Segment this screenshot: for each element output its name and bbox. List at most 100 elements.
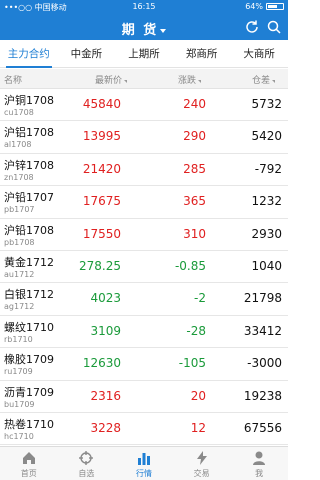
table-row[interactable]: 白银1712 ag1712 4023 -2 21798 <box>0 283 288 316</box>
latest-price: 278.25 <box>79 258 121 273</box>
price-change: -0.85 <box>174 258 206 273</box>
price-change: 310 <box>183 226 206 241</box>
price-change: 290 <box>183 129 206 144</box>
quote-list: 沪铜1708 cu1708 45840 240 5732 沪铝1708 al1708 1399… <box>0 89 288 446</box>
open-interest-change: 21798 <box>243 291 282 306</box>
contract-name: 沥青1709 <box>4 385 54 399</box>
latest-price: 45840 <box>82 97 121 111</box>
column-price[interactable]: 最新价 <box>95 73 128 86</box>
table-row[interactable]: 橡胶1709 ru1709 12630 -105 -3000 <box>0 348 288 381</box>
contract-code: ru1709 <box>4 367 33 377</box>
table-row[interactable]: 沪铅1708 pb1708 17550 310 2930 <box>0 219 288 251</box>
bottom-tab-label: 首页 <box>20 469 37 478</box>
contract-name: 橡胶1709 <box>4 353 54 367</box>
contract-name: 沪铅1707 <box>4 191 54 205</box>
person-icon <box>253 451 266 465</box>
table-header: 名称 最新价 涨跌 仓差 <box>0 69 288 89</box>
sort-icon <box>198 80 202 83</box>
battery-percent: 64% <box>245 2 263 11</box>
table-row[interactable]: 黄金1712 au1712 278.25 -0.85 1040 <box>0 251 288 284</box>
page-title: 期 货 <box>121 23 159 38</box>
price-change: 240 <box>183 97 206 111</box>
exchange-tabs: 主力合约 中金所 上期所 郑商所 大商所 <box>0 40 288 68</box>
column-change-label: 涨跌 <box>178 76 197 86</box>
contract-name: 沪锌1708 <box>4 158 54 172</box>
bottom-tab-0[interactable]: 首页 <box>0 447 58 480</box>
contract-name: 黄金1712 <box>4 255 54 269</box>
search-icon[interactable] <box>266 19 282 35</box>
refresh-icon[interactable] <box>244 19 260 35</box>
tab-2[interactable]: 上期所 <box>115 40 173 67</box>
table-row[interactable]: 沪铅1707 pb1707 17675 365 1232 <box>0 186 288 219</box>
latest-price: 12630 <box>82 356 121 371</box>
table-row[interactable]: 沪铝1708 al1708 13995 290 5420 <box>0 121 288 154</box>
contract-code: bu1709 <box>4 399 35 409</box>
column-change[interactable]: 涨跌 <box>178 73 202 86</box>
price-change: 365 <box>183 194 206 209</box>
open-interest-change: 5420 <box>251 129 282 144</box>
bottom-tab-bar: 首页 自选 行情 交易 我 <box>0 446 288 480</box>
table-row[interactable]: 沪锌1708 zn1708 21420 285 -792 <box>0 154 288 187</box>
column-oi[interactable]: 仓差 <box>252 73 276 86</box>
latest-price: 2316 <box>90 388 121 403</box>
bottom-tab-label: 交易 <box>193 469 210 478</box>
contract-name: 沪铜1708 <box>4 94 54 107</box>
bottom-tab-3[interactable]: 交易 <box>173 447 231 480</box>
open-interest-change: 1040 <box>251 258 282 273</box>
column-price-label: 最新价 <box>95 76 123 86</box>
contract-name: 螺纹1710 <box>4 320 54 334</box>
chevron-down-icon <box>160 28 167 33</box>
sort-icon <box>124 80 128 83</box>
contract-code: pb1707 <box>4 205 35 215</box>
contract-code: au1712 <box>4 269 35 279</box>
open-interest-change: 1232 <box>251 194 282 209</box>
contract-code: al1708 <box>4 140 32 150</box>
open-interest-change: 5732 <box>251 97 282 111</box>
column-oi-label: 仓差 <box>252 76 271 86</box>
bottom-tab-4[interactable]: 我 <box>230 447 288 480</box>
battery-icon <box>266 3 284 10</box>
table-row[interactable]: 螺纹1710 rb1710 3109 -28 33412 <box>0 316 288 349</box>
open-interest-change: 19238 <box>243 388 282 403</box>
status-bar: •••○○ 中国移动 16:15 64% <box>0 0 288 14</box>
contract-code: rb1710 <box>4 334 33 344</box>
column-name: 名称 <box>4 76 23 86</box>
contract-code: pb1708 <box>4 237 35 247</box>
battery-fill <box>268 5 277 8</box>
latest-price: 17550 <box>82 226 121 241</box>
tab-3[interactable]: 郑商所 <box>173 40 231 67</box>
price-change: 285 <box>183 161 206 176</box>
contract-code: cu1708 <box>4 108 34 117</box>
contract-code: hc1710 <box>4 431 34 441</box>
contract-code: zn1708 <box>4 172 34 182</box>
price-change: -105 <box>178 356 206 371</box>
table-row[interactable]: 热卷1710 hc1710 3228 12 67556 <box>0 413 288 446</box>
tab-0[interactable]: 主力合约 <box>0 40 58 68</box>
tab-1[interactable]: 中金所 <box>58 40 116 67</box>
latest-price: 4023 <box>90 291 121 306</box>
bottom-tab-1[interactable]: 自选 <box>58 447 116 480</box>
table-row[interactable]: 沪铜1708 cu1708 45840 240 5732 <box>0 89 288 122</box>
open-interest-change: -3000 <box>247 356 282 371</box>
lightning-icon <box>196 451 207 465</box>
table-row[interactable]: 沥青1709 bu1709 2316 20 19238 <box>0 381 288 413</box>
crosshair-icon <box>79 451 94 465</box>
open-interest-change: -792 <box>254 161 282 176</box>
bottom-tab-label: 自选 <box>78 469 95 478</box>
sort-icon <box>272 80 276 83</box>
latest-price: 3109 <box>90 323 121 338</box>
tab-4[interactable]: 大商所 <box>230 40 288 67</box>
open-interest-change: 2930 <box>251 226 282 241</box>
bottom-tab-2[interactable]: 行情 <box>115 447 173 480</box>
contract-code: ag1712 <box>4 302 35 312</box>
latest-price: 3228 <box>90 420 121 435</box>
bottom-tab-label: 行情 <box>135 469 152 478</box>
contract-name: 沪铝1708 <box>4 126 54 140</box>
latest-price: 13995 <box>82 129 121 144</box>
price-change: -2 <box>194 291 206 306</box>
status-right: 64% <box>245 2 284 11</box>
bottom-tab-label: 我 <box>255 469 264 478</box>
bar-chart-icon <box>137 453 150 465</box>
price-change: -28 <box>186 323 206 338</box>
nav-bar: 期 货 <box>0 14 288 40</box>
